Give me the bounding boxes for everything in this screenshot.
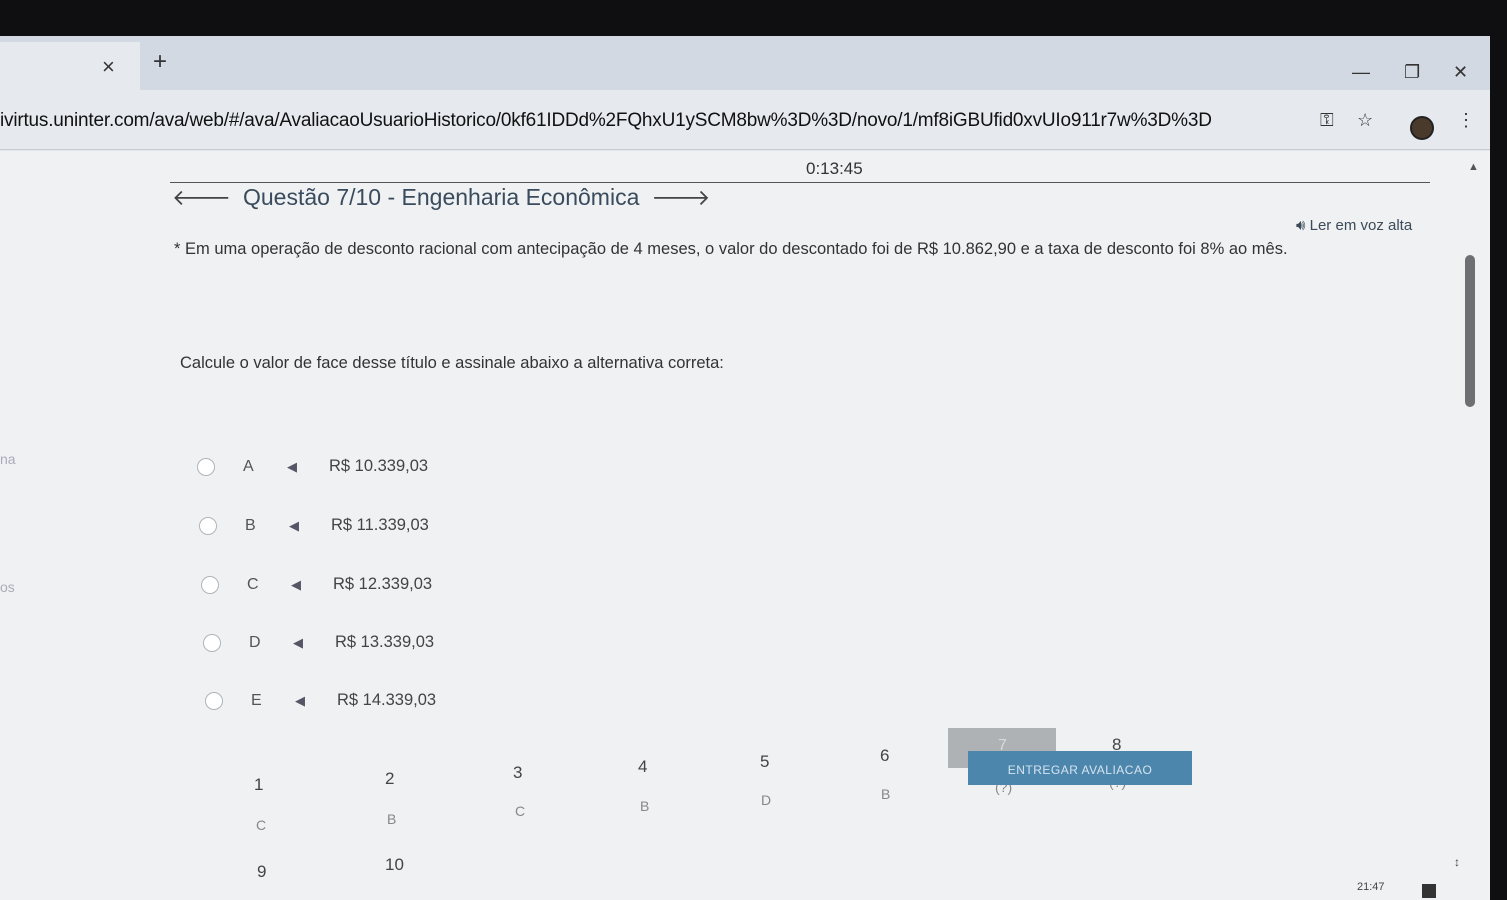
close-window-icon[interactable]: ✕ [1453,62,1468,83]
radio-button[interactable] [201,575,219,594]
nav-answer-4: B [640,798,650,814]
sidebar-text-fragment: os [0,579,15,595]
nav-answer-5: D [761,792,772,808]
option-letter: B [245,516,256,534]
option-value: R$ 11.339,03 [331,516,429,534]
next-question-icon[interactable]: 🡒 [651,185,710,211]
speaker-icon[interactable]: ◀︎ [293,635,309,651]
previous-question-icon[interactable]: 🡐 [172,185,231,211]
browser-window: × + — ❐ ✕ ivirtus.uninter.com/ava/web/#/… [0,36,1490,900]
nav-question-9[interactable]: 9 [257,862,266,882]
nav-answer-2: B [387,811,397,827]
star-icon[interactable]: ☆ [1357,110,1373,131]
scroll-up-icon[interactable]: ▲ [1468,161,1479,173]
radio-button[interactable] [199,516,217,535]
radio-button[interactable] [197,457,215,476]
address-bar: ivirtus.uninter.com/ava/web/#/ava/Avalia… [0,90,1490,150]
question-header: 🡐 Questão 7/10 - Engenharia Econômica 🡒 [172,184,710,211]
menu-icon[interactable]: ⋮ [1457,110,1475,131]
option-value: R$ 13.339,03 [335,633,435,651]
nav-question-5[interactable]: 5 [760,752,769,772]
profile-avatar[interactable] [1410,116,1434,140]
nav-answer-3: C [515,803,526,819]
question-text: * Em uma operação de desconto racional c… [174,240,1288,258]
nav-answer-6: B [881,786,891,802]
timer: 0:13:45 [806,159,863,178]
option-d[interactable]: D ◀︎ R$ 13.339,03 [203,633,434,652]
notification-icon[interactable] [1422,884,1436,898]
option-letter: D [249,633,261,651]
submit-evaluation-button[interactable]: ENTREGAR AVALIACAO [968,751,1192,785]
resize-handle-icon: ↕ [1454,855,1460,869]
minimize-icon[interactable]: — [1352,62,1370,83]
radio-button[interactable] [205,691,223,710]
speaker-icon[interactable]: ◀︎ [287,459,303,475]
tab-strip: × + — ❐ ✕ [0,36,1490,90]
nav-question-4[interactable]: 4 [638,757,647,777]
timer-bar: 0:13:45 [170,151,1430,183]
option-letter: A [243,457,254,475]
option-c[interactable]: C ◀︎ R$ 12.339,03 [201,575,432,594]
option-b[interactable]: B ◀︎ R$ 11.339,03 [199,516,429,535]
question-instruction: Calcule o valor de face desse título e a… [180,354,724,372]
option-e[interactable]: E ◀︎ R$ 14.339,03 [205,691,436,710]
scrollbar-thumb[interactable] [1465,255,1475,407]
option-letter: C [247,575,259,593]
url-field[interactable]: ivirtus.uninter.com/ava/web/#/ava/Avalia… [0,110,1212,132]
new-tab-icon[interactable]: + [153,48,167,76]
key-icon[interactable]: ⚿ [1320,110,1334,131]
nav-question-2[interactable]: 2 [385,769,394,789]
nav-question-1[interactable]: 1 [254,775,263,795]
speaker-icon: 🔊︎ [1296,217,1306,234]
browser-tab[interactable]: × [0,42,140,90]
sidebar-text-fragment: na [0,451,16,467]
speaker-icon[interactable]: ◀︎ [289,518,305,534]
option-value: R$ 14.339,03 [337,691,437,709]
tab-close-icon[interactable]: × [102,54,115,80]
read-aloud-button[interactable]: 🔊︎ Ler em voz alta [1296,217,1412,234]
nav-question-6[interactable]: 6 [880,746,889,766]
nav-question-10[interactable]: 10 [385,855,404,875]
nav-answer-1: C [256,817,267,833]
radio-button[interactable] [203,633,221,652]
speaker-icon[interactable]: ◀︎ [291,577,307,593]
option-a[interactable]: A ◀︎ R$ 10.339,03 [197,457,428,476]
option-value: R$ 12.339,03 [333,575,433,593]
nav-question-3[interactable]: 3 [513,763,522,783]
speaker-icon[interactable]: ◀︎ [295,693,311,709]
option-letter: E [251,691,262,709]
page-content: 0:13:45 ▲ 🡐 Questão 7/10 - Engenharia Ec… [0,151,1490,900]
option-value: R$ 10.339,03 [329,457,429,475]
question-title: Questão 7/10 - Engenharia Econômica [243,184,640,210]
taskbar-clock: 21:47 [1357,881,1385,893]
read-aloud-label: Ler em voz alta [1309,217,1413,234]
restore-icon[interactable]: ❐ [1404,62,1420,83]
